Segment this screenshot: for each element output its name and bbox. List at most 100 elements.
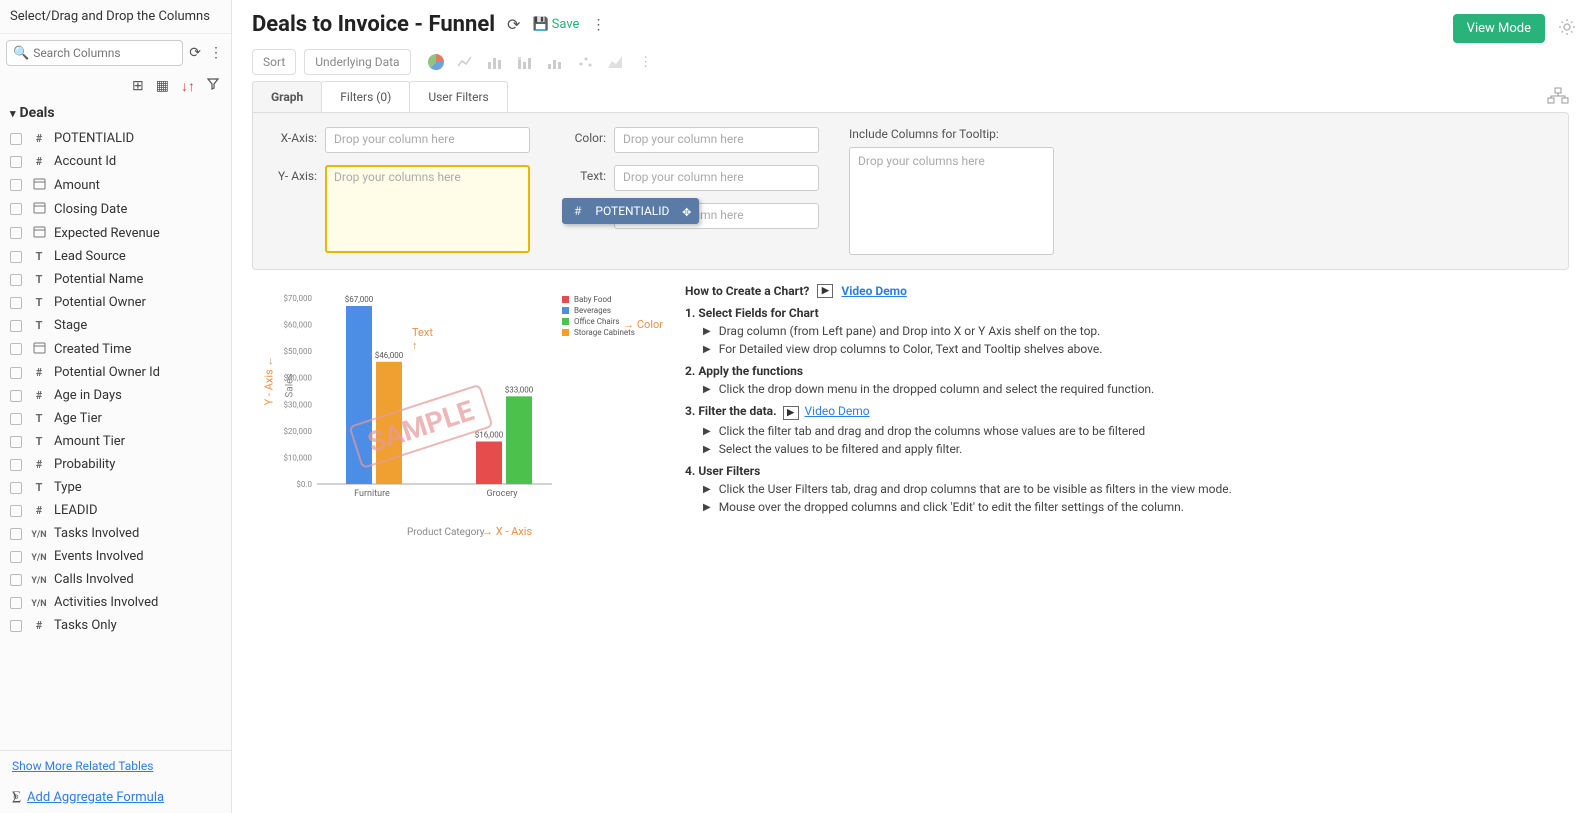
column-item[interactable]: TLead Source: [0, 245, 231, 268]
show-more-link[interactable]: Show More Related Tables: [0, 751, 231, 781]
column-item[interactable]: TAmount Tier: [0, 430, 231, 453]
column-checkbox[interactable]: [10, 297, 22, 309]
column-item[interactable]: Y/NActivities Involved: [0, 591, 231, 614]
y-axis-title: Sales: [285, 373, 296, 397]
column-checkbox[interactable]: [10, 597, 22, 609]
svg-text:$30,000: $30,000: [283, 400, 312, 409]
bar-chart-icon[interactable]: [485, 51, 507, 73]
svg-text:$70,000: $70,000: [283, 294, 312, 303]
add-icon[interactable]: ⊞: [130, 76, 146, 97]
column-item[interactable]: TStage: [0, 314, 231, 337]
column-label: Age in Days: [54, 388, 122, 403]
refresh-icon[interactable]: ⟳: [187, 43, 203, 63]
column-label: Activities Involved: [54, 595, 158, 610]
search-input-wrap[interactable]: 🔍: [6, 40, 183, 66]
deals-group-header[interactable]: ▾ Deals: [0, 101, 231, 125]
header-menu-icon[interactable]: ⋮: [589, 15, 607, 35]
column-item[interactable]: #POTENTIALID: [0, 127, 231, 150]
video-demo-link[interactable]: Video Demo: [841, 284, 906, 298]
column-item[interactable]: Created Time: [0, 337, 231, 361]
instructions: How to Create a Chart? ▶ Video Demo 1. S…: [685, 284, 1569, 534]
svg-text:$10,000: $10,000: [283, 453, 312, 462]
column-checkbox[interactable]: [10, 203, 22, 215]
column-item[interactable]: TPotential Owner: [0, 291, 231, 314]
column-item[interactable]: Y/NEvents Involved: [0, 545, 231, 568]
text-dropzone[interactable]: Drop your column here: [614, 165, 819, 191]
add-aggregate-link[interactable]: Add Aggregate Formula: [27, 790, 164, 805]
column-item[interactable]: #Tasks Only: [0, 614, 231, 637]
column-item[interactable]: #Potential Owner Id: [0, 361, 231, 384]
tab-filters[interactable]: Filters (0): [321, 81, 410, 112]
column-checkbox[interactable]: [10, 320, 22, 332]
column-type-icon: T: [30, 296, 48, 309]
column-label: Tasks Involved: [54, 526, 139, 541]
svg-text:$60,000: $60,000: [283, 321, 312, 330]
column-checkbox[interactable]: [10, 505, 22, 517]
column-label: Stage: [54, 318, 87, 333]
tab-user-filters[interactable]: User Filters: [409, 81, 507, 112]
table-icon[interactable]: ▦: [154, 76, 171, 97]
column-checkbox[interactable]: [10, 274, 22, 286]
tab-graph[interactable]: Graph: [252, 81, 322, 112]
column-label: Closing Date: [54, 202, 127, 217]
column-item[interactable]: Expected Revenue: [0, 221, 231, 245]
sidebar-menu-icon[interactable]: ⋮: [207, 43, 225, 63]
column-checkbox[interactable]: [10, 574, 22, 586]
tooltip-dropzone[interactable]: Drop your columns here: [849, 147, 1054, 255]
stacked-bar-icon[interactable]: [515, 51, 537, 73]
color-dropzone[interactable]: Drop your column here: [614, 127, 819, 153]
column-checkbox[interactable]: [10, 156, 22, 168]
svg-text:$67,000: $67,000: [345, 295, 374, 304]
xaxis-dropzone[interactable]: Drop your column here: [325, 127, 530, 153]
column-checkbox[interactable]: [10, 227, 22, 239]
text-label: Text:: [560, 165, 606, 183]
column-checkbox[interactable]: [10, 528, 22, 540]
view-mode-button[interactable]: View Mode: [1453, 14, 1545, 43]
column-item[interactable]: TPotential Name: [0, 268, 231, 291]
column-checkbox[interactable]: [10, 436, 22, 448]
sidebar-mini-toolbar: ⊞ ▦ ↓↑: [0, 72, 231, 101]
column-checkbox[interactable]: [10, 413, 22, 425]
column-checkbox[interactable]: [10, 390, 22, 402]
scatter-chart-icon[interactable]: [575, 51, 597, 73]
reload-icon[interactable]: ⟳: [505, 13, 522, 36]
size-dropzone[interactable]: Drop your column here: [614, 203, 819, 229]
hierarchy-icon[interactable]: [1547, 87, 1569, 109]
column-chart-icon[interactable]: [545, 51, 567, 73]
column-item[interactable]: TAge Tier: [0, 407, 231, 430]
column-checkbox[interactable]: [10, 251, 22, 263]
gear-icon[interactable]: [1557, 17, 1577, 41]
column-label: Type: [54, 480, 82, 495]
video-demo-link[interactable]: Video Demo: [805, 404, 870, 418]
chart-menu-icon[interactable]: ⋮: [635, 51, 657, 73]
column-item[interactable]: Y/NCalls Involved: [0, 568, 231, 591]
column-checkbox[interactable]: [10, 551, 22, 563]
column-item[interactable]: Closing Date: [0, 197, 231, 221]
filter-icon[interactable]: [205, 76, 221, 97]
column-item[interactable]: Y/NTasks Involved: [0, 522, 231, 545]
column-item[interactable]: #Age in Days: [0, 384, 231, 407]
line-chart-icon[interactable]: [455, 51, 477, 73]
column-checkbox[interactable]: [10, 343, 22, 355]
column-item[interactable]: TType: [0, 476, 231, 499]
search-input[interactable]: [29, 44, 176, 62]
column-label: Potential Name: [54, 272, 143, 287]
area-chart-icon[interactable]: [605, 51, 627, 73]
yaxis-dropzone[interactable]: Drop your columns here: [325, 165, 530, 253]
column-checkbox[interactable]: [10, 459, 22, 471]
sort-icon[interactable]: ↓↑: [179, 76, 197, 97]
column-item[interactable]: Amount: [0, 173, 231, 197]
column-checkbox[interactable]: [10, 133, 22, 145]
column-checkbox[interactable]: [10, 179, 22, 191]
sort-button[interactable]: Sort: [252, 49, 296, 75]
column-item[interactable]: #Account Id: [0, 150, 231, 173]
pie-chart-icon[interactable]: [425, 51, 447, 73]
underlying-data-button[interactable]: Underlying Data: [304, 49, 410, 75]
column-item[interactable]: #LEADID: [0, 499, 231, 522]
column-type-icon: #: [30, 619, 48, 632]
column-checkbox[interactable]: [10, 367, 22, 379]
column-checkbox[interactable]: [10, 620, 22, 632]
column-item[interactable]: #Probability: [0, 453, 231, 476]
save-button[interactable]: 💾 Save: [532, 17, 579, 32]
column-checkbox[interactable]: [10, 482, 22, 494]
